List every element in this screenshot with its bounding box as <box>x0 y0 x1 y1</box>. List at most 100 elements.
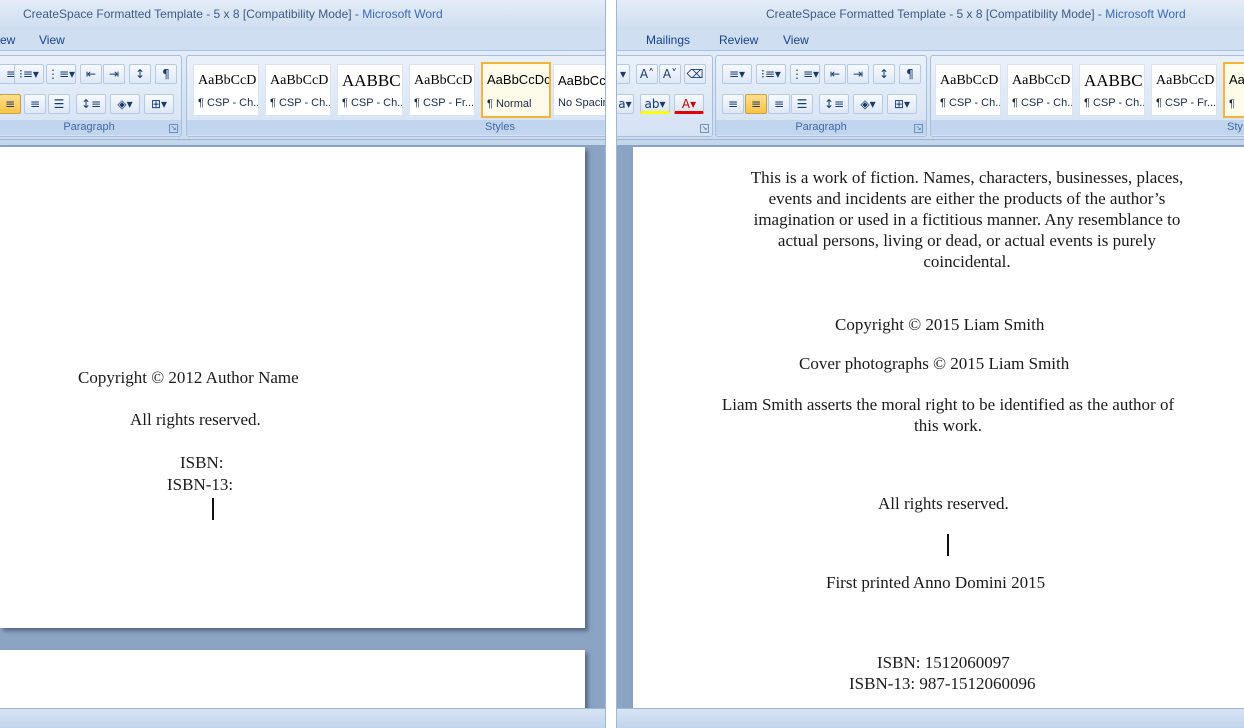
style-name: ¶ CSP - Ch... <box>342 97 403 109</box>
right-word-window: CreateSpace Formatted Template - 5 x 8 [… <box>617 0 1244 728</box>
cover-credit-line: Cover photographs © 2015 Liam Smith <box>799 354 1070 373</box>
style-sample: AaBbCcDc <box>487 72 551 87</box>
copyright-line: Copyright © 2015 Liam Smith <box>835 315 1045 334</box>
style-tile[interactable]: AaBbCcD ¶ CSP - Fr... <box>1151 64 1217 116</box>
style-sample: AaBbCcD <box>414 73 473 88</box>
style-tile[interactable]: AaBbCcD ¶ CSP - Ch... <box>193 64 259 116</box>
align-center-icon[interactable]: ≡ <box>0 94 21 114</box>
tab-view[interactable]: View <box>783 31 809 49</box>
style-name: ¶ CSP - Ch... <box>1012 97 1073 109</box>
shading-icon[interactable]: ◈▾ <box>853 94 883 114</box>
style-tile[interactable]: AaBbCcD ¶ CSP - Fr... <box>409 64 475 116</box>
first-printed-line: First printed Anno Domini 2015 <box>826 573 1046 592</box>
isbn13-line: ISBN-13: 987-1512060096 <box>849 674 1036 693</box>
document-page[interactable]: Copyright © 2012 Author Name All rights … <box>0 147 585 628</box>
tab-mailings[interactable]: Mailings <box>646 31 690 49</box>
align-center-icon[interactable]: ≡ <box>745 94 767 114</box>
decrease-indent-icon[interactable]: ⇤ <box>80 64 102 84</box>
title-bar: CreateSpace Formatted Template - 5 x 8 [… <box>0 0 605 28</box>
align-left-icon[interactable]: ≡ <box>722 94 744 114</box>
line-spacing-icon[interactable]: ↕≡ <box>76 94 106 114</box>
highlight-icon[interactable]: ab▾ <box>640 94 670 114</box>
justify-icon[interactable]: ☰ <box>791 94 813 114</box>
style-sample: AaBbCcD <box>1012 73 1071 88</box>
ribbon: ≡▾ ⁝≡▾ ⋮≡▾ ⇤ ⇥ ↕ ¶ ≡ ≡ ☰ ↕≡ ◈▾ ⊞▾ Paragr… <box>0 50 605 140</box>
align-right-icon[interactable]: ≡ <box>768 94 790 114</box>
numbering-icon[interactable]: ⁝≡▾ <box>14 64 44 84</box>
paragraph-group-label: Paragraph <box>716 120 926 135</box>
style-sample: AABBC <box>342 71 401 90</box>
sort-icon[interactable]: ↕ <box>873 64 895 84</box>
style-name: ¶ CSP - Ch... <box>270 97 331 109</box>
style-sample: AaBbCc <box>558 73 605 88</box>
style-name: No Spacin <box>558 97 605 109</box>
style-tile-normal[interactable]: AaBbCcDc ¶ Normal <box>481 62 551 118</box>
tab-review-partial[interactable]: ew <box>0 31 15 49</box>
paragraph-dialog-launcher-icon[interactable]: ↘ <box>169 124 178 133</box>
isbn-line: ISBN: 1512060097 <box>877 653 1010 672</box>
style-tile[interactable]: AaBbCcD ¶ CSP - Ch... <box>1007 64 1073 116</box>
paragraph-dialog-launcher-icon[interactable]: ↘ <box>914 124 923 133</box>
tab-review[interactable]: Review <box>719 31 758 49</box>
copyright-line: Copyright © 2012 Author Name <box>78 368 299 387</box>
show-formatting-icon[interactable]: ¶ <box>155 64 177 84</box>
grow-font-icon[interactable]: A˄ <box>636 64 658 84</box>
font-dialog-launcher-icon[interactable]: ↘ <box>700 124 709 133</box>
borders-icon[interactable]: ⊞▾ <box>144 94 174 114</box>
isbn-line: ISBN: <box>180 453 224 472</box>
show-formatting-icon[interactable]: ¶ <box>899 64 921 84</box>
document-title: CreateSpace Formatted Template - 5 x 8 [… <box>766 7 1106 21</box>
line-spacing-icon[interactable]: ↕≡ <box>819 94 849 114</box>
style-name: ¶ CSP - Fr... <box>414 97 475 109</box>
style-name: ¶ CSP - Fr... <box>1156 97 1217 109</box>
style-tile[interactable]: AaBbCcD ¶ CSP - Ch... <box>935 64 1001 116</box>
style-tile[interactable]: AaBbCcD ¶ CSP - Ch... <box>265 64 331 116</box>
font-color-icon[interactable]: A▾ <box>674 94 704 114</box>
styles-group-label: Sty <box>931 120 1244 135</box>
rights-line: All rights reserved. <box>878 494 1009 513</box>
ribbon: ▾ A˄ A˅ ⌫ a▾ ab▾ A▾ ↘ ≡▾ ⁝≡▾ ⋮≡▾ ⇤ ⇥ ↕ ¶… <box>617 50 1244 140</box>
align-right-icon[interactable]: ≡ <box>24 94 46 114</box>
split-divider[interactable] <box>605 0 617 728</box>
style-tile-normal[interactable]: Aa ¶ <box>1223 62 1244 118</box>
style-name: ¶ CSP - Ch... <box>940 97 1001 109</box>
title-bar: CreateSpace Formatted Template - 5 x 8 [… <box>617 0 1244 28</box>
styles-group: AaBbCcD ¶ CSP - Ch... AaBbCcD ¶ CSP - Ch..… <box>186 55 605 137</box>
style-tile[interactable]: AaBbCc No Spacin <box>553 64 605 116</box>
document-page[interactable]: This is a work of fiction. Names, charac… <box>633 147 1244 717</box>
sort-icon[interactable]: ↕ <box>129 64 151 84</box>
style-name: ¶ <box>1229 98 1235 110</box>
shrink-font-icon[interactable]: A˅ <box>659 64 681 84</box>
multilevel-list-icon[interactable]: ⋮≡▾ <box>46 64 76 84</box>
paragraph-group-label: Paragraph <box>0 120 181 135</box>
decrease-indent-icon[interactable]: ⇤ <box>824 64 846 84</box>
increase-indent-icon[interactable]: ⇥ <box>103 64 125 84</box>
bullets-icon[interactable]: ≡▾ <box>722 64 752 84</box>
increase-indent-icon[interactable]: ⇥ <box>847 64 869 84</box>
text-cursor <box>947 534 949 556</box>
window-title: CreateSpace Formatted Template - 5 x 8 [… <box>23 0 443 28</box>
clear-formatting-icon[interactable]: ⌫ <box>684 64 706 84</box>
shading-icon[interactable]: ◈▾ <box>110 94 140 114</box>
borders-icon[interactable]: ⊞▾ <box>887 94 917 114</box>
style-name: ¶ CSP - Ch... <box>198 97 259 109</box>
style-tile[interactable]: AABBC ¶ CSP - Ch... <box>1079 64 1145 116</box>
style-sample: AaBbCcD <box>270 73 329 88</box>
numbering-icon[interactable]: ⁝≡▾ <box>756 64 786 84</box>
tab-view[interactable]: View <box>39 31 65 49</box>
paragraph-group: ≡▾ ⁝≡▾ ⋮≡▾ ⇤ ⇥ ↕ ¶ ≡ ≡ ≡ ☰ ↕≡ ◈▾ ⊞▾ Para… <box>715 55 927 137</box>
style-tile[interactable]: AABBC ¶ CSP - Ch... <box>337 64 403 116</box>
isbn13-line: ISBN-13: <box>167 475 234 494</box>
style-sample: Aa <box>1229 72 1244 87</box>
paragraph-group: ≡▾ ⁝≡▾ ⋮≡▾ ⇤ ⇥ ↕ ¶ ≡ ≡ ☰ ↕≡ ◈▾ ⊞▾ Paragr… <box>0 55 182 137</box>
styles-group-label: Styles <box>187 120 605 135</box>
multilevel-list-icon[interactable]: ⋮≡▾ <box>790 64 820 84</box>
text-effects-icon[interactable]: a▾ <box>617 94 634 114</box>
ribbon-tabs: Mailings Review View <box>617 28 1244 50</box>
style-sample: AaBbCcD <box>1156 73 1215 88</box>
justify-icon[interactable]: ☰ <box>48 94 70 114</box>
app-name: Microsoft Word <box>1105 7 1186 21</box>
styles-group: AaBbCcD ¶ CSP - Ch... AaBbCcD ¶ CSP - Ch..… <box>930 55 1244 137</box>
font-size-dropdown-icon[interactable]: ▾ <box>617 64 630 84</box>
style-name: ¶ Normal <box>487 98 532 110</box>
